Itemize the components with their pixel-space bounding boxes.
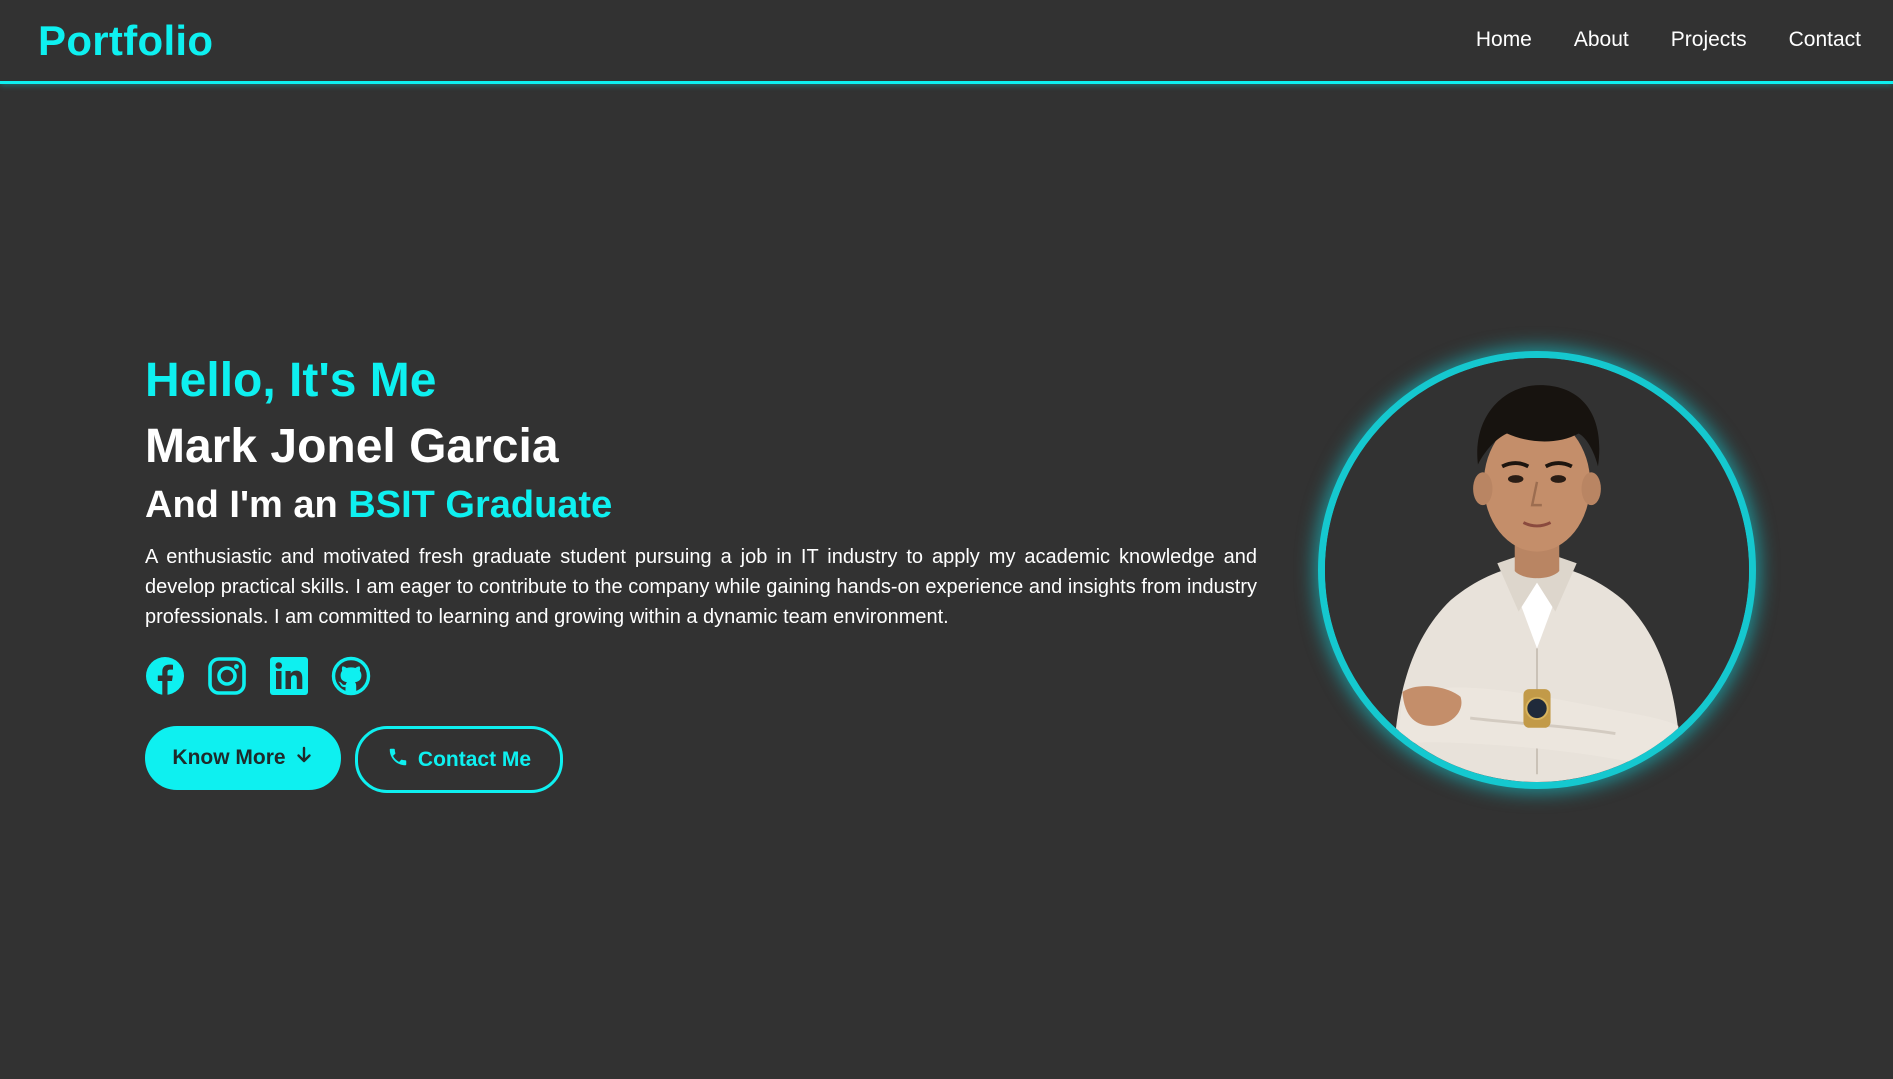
contact-me-label: Contact Me bbox=[417, 747, 532, 771]
linkedin-icon[interactable] bbox=[269, 656, 309, 696]
hero-buttons: Know More Contact Me bbox=[145, 726, 1257, 793]
github-icon[interactable] bbox=[331, 656, 371, 696]
role-highlight: BSIT Graduate bbox=[348, 484, 613, 526]
phone-icon bbox=[387, 746, 409, 774]
greeting-heading: Hello, It's Me bbox=[145, 354, 437, 407]
header: Portfolio Home About Projects Contact bbox=[0, 0, 1893, 84]
know-more-label: Know More bbox=[172, 746, 286, 769]
logo[interactable]: Portfolio bbox=[38, 17, 213, 65]
nav-home[interactable]: Home bbox=[1476, 28, 1532, 52]
arrow-down-icon bbox=[294, 745, 314, 771]
facebook-icon[interactable] bbox=[145, 656, 185, 696]
nav-contact[interactable]: Contact bbox=[1789, 28, 1861, 52]
nav-about[interactable]: About bbox=[1574, 28, 1629, 52]
contact-me-button[interactable]: Contact Me bbox=[355, 726, 563, 793]
bio-paragraph: A enthusiastic and motivated fresh gradu… bbox=[145, 546, 1257, 628]
hero-section: Hello, It's Me Mark Jonel Garcia And I'm… bbox=[145, 352, 1257, 793]
role-heading: And I'm an BSIT Graduate bbox=[145, 482, 1257, 528]
main-nav: Home About Projects Contact bbox=[1476, 28, 1861, 52]
profile-photo bbox=[1318, 351, 1756, 789]
social-links bbox=[145, 656, 1257, 696]
nav-projects[interactable]: Projects bbox=[1671, 28, 1747, 52]
instagram-icon[interactable] bbox=[207, 656, 247, 696]
know-more-button[interactable]: Know More bbox=[145, 726, 341, 790]
name-heading: Mark Jonel Garcia bbox=[145, 420, 559, 473]
role-prefix: And I'm an bbox=[145, 484, 338, 526]
